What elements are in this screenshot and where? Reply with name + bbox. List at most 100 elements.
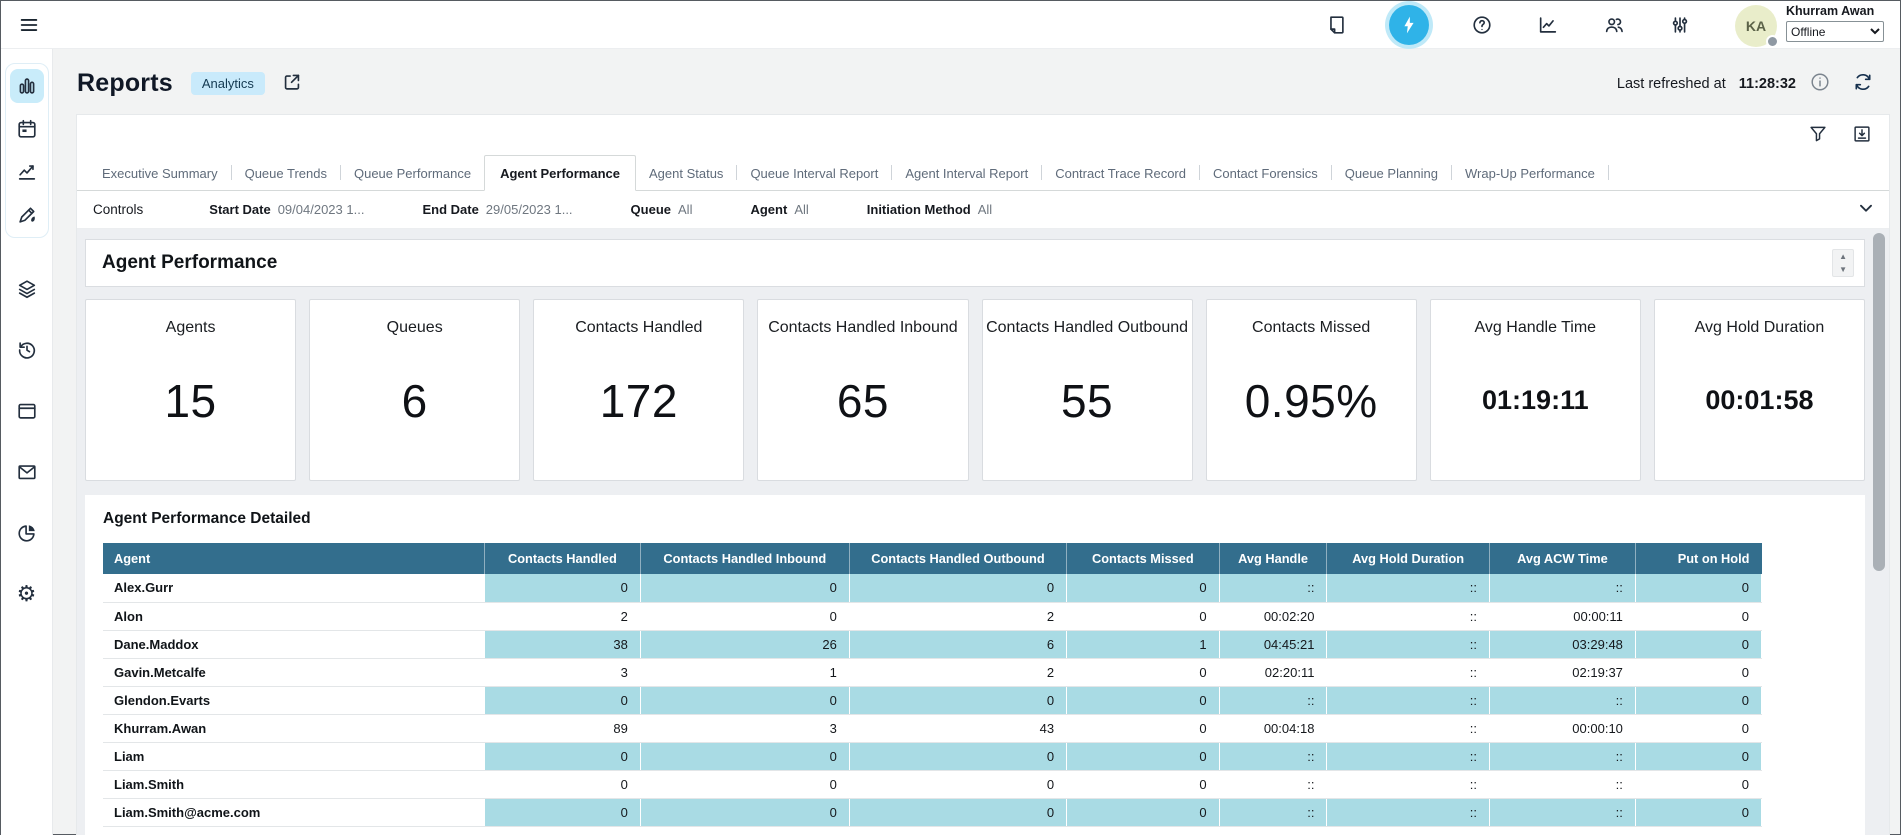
- value-cell: 89: [484, 714, 640, 742]
- chevron-down-icon: [1855, 197, 1877, 219]
- value-cell: 0: [484, 686, 640, 714]
- value-cell: 00:00:10: [1489, 714, 1635, 742]
- sidebar-item-line-chart[interactable]: [10, 155, 44, 189]
- bar-chart-icon: [16, 75, 38, 97]
- filter-end-date[interactable]: End Date29/05/2023 1...: [422, 202, 572, 217]
- value-cell: 0: [1635, 714, 1761, 742]
- agent-status-select[interactable]: Offline: [1786, 21, 1884, 42]
- help-button[interactable]: [1467, 10, 1497, 40]
- value-cell: 0: [1635, 798, 1761, 826]
- sidebar-item-design[interactable]: [10, 198, 44, 232]
- detail-table-title: Agent Performance Detailed: [103, 510, 1847, 528]
- analytics-badge: Analytics: [191, 72, 265, 95]
- sidebar-item-history[interactable]: [10, 333, 44, 367]
- calendar-icon: [16, 118, 38, 140]
- value-cell: 0: [640, 574, 849, 602]
- open-external-button[interactable]: [281, 71, 303, 96]
- tab-executive-summary[interactable]: Executive Summary: [89, 156, 231, 190]
- value-cell: 0: [849, 686, 1066, 714]
- filter-value: All: [794, 202, 808, 217]
- flash-button[interactable]: [1389, 5, 1429, 45]
- filter-button[interactable]: [1807, 123, 1829, 148]
- notes-button[interactable]: [1321, 10, 1351, 40]
- value-cell: ::: [1219, 686, 1327, 714]
- value-cell: 0: [1635, 742, 1761, 770]
- kpi-agents: Agents15: [85, 299, 296, 481]
- spinner-down-button[interactable]: ▼: [1833, 263, 1853, 276]
- value-cell: 38: [484, 630, 640, 658]
- sidebar-item-browser[interactable]: [10, 394, 44, 428]
- tab-queue-interval-report[interactable]: Queue Interval Report: [737, 156, 891, 190]
- page-header-right: Last refreshed at 11:28:32: [1617, 71, 1874, 96]
- scrollbar-thumb[interactable]: [1873, 233, 1885, 571]
- filter-start-date[interactable]: Start Date09/04/2023 1...: [209, 202, 364, 217]
- report-toolbar: [77, 115, 1889, 155]
- table-row[interactable]: Liam.Smith0000::::::0: [103, 770, 1762, 798]
- tab-wrap-up-performance[interactable]: Wrap-Up Performance: [1452, 156, 1608, 190]
- value-cell: 1: [640, 658, 849, 686]
- table-row[interactable]: Liam.Smith@acme.com0000::::::0: [103, 798, 1762, 826]
- user-area: KA Khurram Awan Offline: [1735, 2, 1884, 47]
- tab-agent-performance[interactable]: Agent Performance: [484, 155, 636, 191]
- spinner-up-button[interactable]: ▲: [1833, 250, 1853, 263]
- contacts-button[interactable]: [1599, 10, 1629, 40]
- value-cell: 0: [640, 686, 849, 714]
- value-cell: 43: [849, 714, 1066, 742]
- value-cell: 26: [640, 630, 849, 658]
- hamburger-menu-button[interactable]: [13, 9, 45, 41]
- tab-queue-planning[interactable]: Queue Planning: [1332, 156, 1451, 190]
- value-cell: 0: [1635, 686, 1761, 714]
- page-header-left: Reports Analytics: [77, 69, 303, 98]
- tab-queue-performance[interactable]: Queue Performance: [341, 156, 484, 190]
- value-cell: 0: [640, 602, 849, 630]
- value-cell: ::: [1489, 742, 1635, 770]
- value-cell: 0: [484, 798, 640, 826]
- value-cell: ::: [1489, 574, 1635, 602]
- tab-contact-forensics[interactable]: Contact Forensics: [1200, 156, 1331, 190]
- value-cell: 0: [640, 798, 849, 826]
- table-row[interactable]: Glendon.Evarts0000::::::0: [103, 686, 1762, 714]
- table-row[interactable]: Alon202000:02:20::00:00:110: [103, 602, 1762, 630]
- value-cell: 0: [1067, 714, 1220, 742]
- avatar[interactable]: KA: [1735, 5, 1777, 47]
- kpi-value: 172: [600, 321, 678, 480]
- sidebar-item-calendar[interactable]: [10, 112, 44, 146]
- sidebar-item-mail[interactable]: [10, 455, 44, 489]
- filter-label: Queue: [631, 202, 671, 217]
- table-row[interactable]: Dane.Maddox38266104:45:21::03:29:480: [103, 630, 1762, 658]
- tab-agent-status[interactable]: Agent Status: [636, 156, 736, 190]
- value-cell: ::: [1219, 798, 1327, 826]
- filter-initiation-method[interactable]: Initiation MethodAll: [867, 202, 992, 217]
- download-button[interactable]: [1851, 123, 1873, 148]
- table-row[interactable]: Liam0000::::::0: [103, 742, 1762, 770]
- table-row[interactable]: Alex.Gurr0000::::::0: [103, 574, 1762, 602]
- column-header-agent: Agent: [103, 543, 484, 574]
- page-title: Reports: [77, 69, 173, 98]
- controls-bar[interactable]: Controls Start Date09/04/2023 1...End Da…: [77, 191, 1889, 229]
- sidebar-item-bar-chart[interactable]: [10, 69, 44, 103]
- table-row[interactable]: Khurram.Awan89343000:04:18::00:00:100: [103, 714, 1762, 742]
- sidebar-item-layers[interactable]: [10, 272, 44, 306]
- kpi-contacts-missed: Contacts Missed0.95%: [1206, 299, 1417, 481]
- line-chart-icon: [16, 161, 38, 183]
- refresh-button[interactable]: [1852, 71, 1874, 96]
- filter-queue[interactable]: QueueAll: [631, 202, 693, 217]
- tab-contract-trace-record[interactable]: Contract Trace Record: [1042, 156, 1199, 190]
- table-row[interactable]: Gavin.Metcalfe312002:20:11::02:19:370: [103, 658, 1762, 686]
- section-spinner: ▲ ▼: [1832, 249, 1854, 277]
- column-header-avg-hold-duration: Avg Hold Duration: [1327, 543, 1490, 574]
- metrics-button[interactable]: [1533, 10, 1563, 40]
- sidebar-item-gear[interactable]: ⚙: [10, 577, 44, 611]
- kpi-avg-handle-time: Avg Handle Time01:19:11: [1430, 299, 1641, 481]
- sliders-button[interactable]: [1665, 10, 1695, 40]
- refresh-info-button[interactable]: [1809, 71, 1831, 96]
- value-cell: ::: [1489, 686, 1635, 714]
- sidebar-item-pie-chart[interactable]: [10, 516, 44, 550]
- controls-expand-button[interactable]: [1855, 197, 1877, 222]
- agent-name-cell: Khurram.Awan: [103, 714, 484, 742]
- flash-icon: [1399, 15, 1419, 35]
- tab-agent-interval-report[interactable]: Agent Interval Report: [892, 156, 1041, 190]
- value-cell: 0: [640, 742, 849, 770]
- tab-queue-trends[interactable]: Queue Trends: [232, 156, 340, 190]
- filter-agent[interactable]: AgentAll: [750, 202, 808, 217]
